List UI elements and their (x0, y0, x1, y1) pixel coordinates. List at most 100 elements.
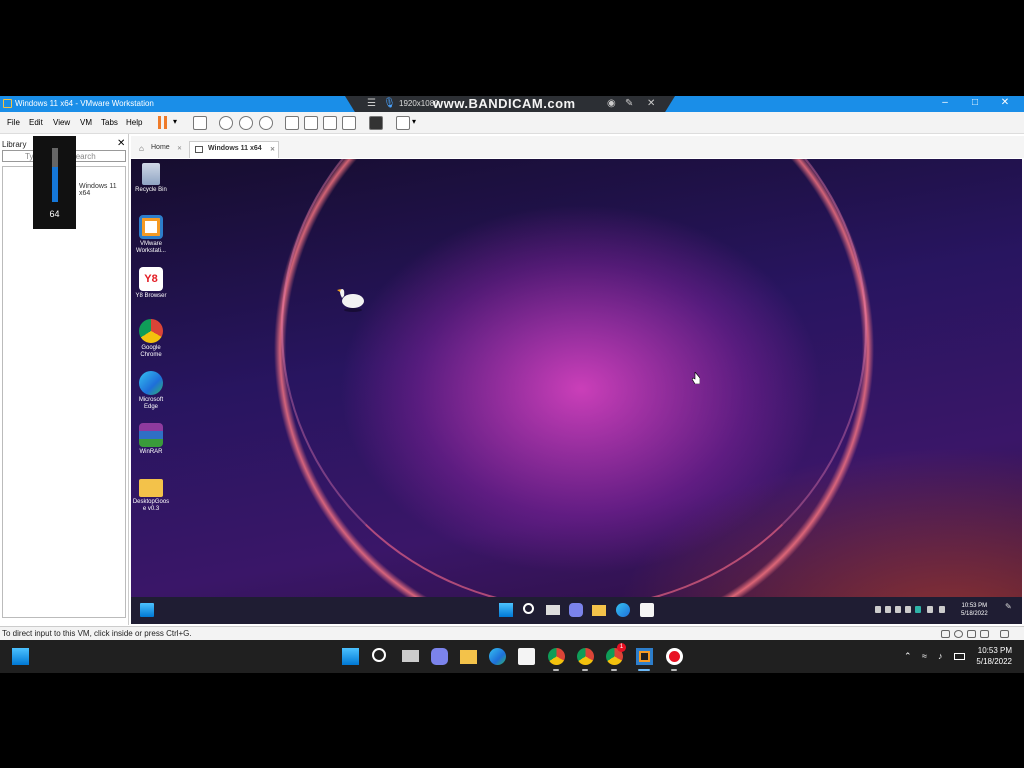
desktop-icon-label: Microsoft Edge (138, 397, 164, 410)
bandicam-watermark: www.BANDICAM.com (433, 96, 576, 111)
chevron-up-icon[interactable]: ⌃ (904, 651, 912, 662)
vm-speaker-icon[interactable] (939, 606, 945, 613)
vm-clock[interactable]: 10:53 PM 5/18/2022 (961, 602, 988, 618)
close-overlay-icon[interactable]: ✕ (647, 98, 655, 109)
host-clock-date: 5/18/2022 (976, 657, 1012, 666)
tab-vm[interactable]: Windows 11 x64 ✕ (189, 141, 279, 158)
volume-osd: 64 (33, 136, 76, 229)
vm-network-icon[interactable] (927, 606, 933, 613)
cd-drive-icon[interactable] (954, 630, 963, 638)
desktop-icon-edge[interactable]: Microsoft Edge (131, 371, 171, 411)
host-clock[interactable]: 10:53 PM 5/18/2022 (968, 645, 1012, 667)
host-file-explorer-icon[interactable] (460, 650, 477, 664)
close-icon[interactable]: ✕ (177, 145, 182, 152)
camera-icon[interactable]: ◉ (607, 98, 616, 109)
tab-strip: ⌂ Home ✕ Windows 11 x64 ✕ (131, 136, 1024, 158)
vm-tab-icon (195, 146, 203, 153)
chrome-icon (139, 319, 163, 343)
menu-tabs[interactable]: Tabs (101, 118, 118, 127)
host-store-icon[interactable] (518, 648, 535, 665)
sound-card-icon[interactable] (980, 630, 989, 638)
vm-search-icon[interactable] (523, 603, 534, 614)
host-edge-icon[interactable] (489, 648, 506, 665)
vm-start-icon[interactable] (140, 603, 154, 617)
snapshot-icon[interactable] (219, 116, 233, 130)
full-screen-icon[interactable] (323, 116, 337, 130)
menu-view[interactable]: View (53, 118, 70, 127)
desktop-icon-recycle-bin[interactable]: Recycle Bin (131, 163, 171, 194)
chevron-down-icon[interactable]: ▾ (173, 117, 177, 126)
vm-notification-icon[interactable]: ✎ (1005, 602, 1012, 611)
menu-file[interactable]: File (7, 118, 20, 127)
library-vm-item[interactable]: Windows 11 x64 (79, 183, 125, 197)
library-close-icon[interactable]: ✕ (117, 138, 125, 149)
host-chrome-icon[interactable] (548, 648, 565, 665)
vm-edge-icon[interactable] (616, 603, 630, 617)
tab-home[interactable]: ⌂ Home ✕ (133, 141, 185, 158)
folder-icon (139, 479, 163, 497)
stretch-icon[interactable] (396, 116, 410, 130)
maximize-button[interactable]: □ (968, 97, 982, 110)
vm-desktop[interactable]: Recycle Bin VMware Workstati... Y8 Y8 Br… (131, 159, 1022, 624)
battery-icon[interactable] (954, 653, 965, 660)
console-icon[interactable] (369, 116, 383, 130)
close-button[interactable]: ✕ (998, 97, 1012, 110)
menu-help[interactable]: Help (126, 118, 142, 127)
vm-tray-icon[interactable] (885, 606, 891, 613)
tab-home-label: Home (151, 144, 170, 151)
show-library-icon[interactable] (285, 116, 299, 130)
desktop-icon-y8[interactable]: Y8 Y8 Browser (131, 267, 171, 300)
speaker-icon[interactable]: ♪ (938, 651, 943, 661)
mouse-cursor (692, 372, 700, 384)
y8-browser-icon: Y8 (139, 267, 163, 291)
menu-vm[interactable]: VM (80, 118, 92, 127)
home-icon: ⌂ (139, 144, 144, 153)
microphone-icon[interactable]: 🎙 (383, 98, 396, 109)
vm-clock-date: 5/18/2022 (961, 611, 988, 617)
host-chrome-icon[interactable] (577, 648, 594, 665)
host-vmware-icon[interactable] (636, 648, 653, 665)
desktop-icon-chrome[interactable]: Google Chrome (131, 319, 171, 359)
vm-chat-icon[interactable] (569, 603, 583, 617)
chevron-down-icon[interactable]: ▾ (412, 117, 416, 126)
vm-store-icon[interactable] (640, 603, 654, 617)
vm-task-view-icon[interactable] (546, 605, 560, 615)
host-task-view-icon[interactable] (402, 650, 419, 662)
minimize-button[interactable]: – (938, 97, 952, 110)
network-adapter-icon[interactable] (967, 630, 976, 638)
hard-disk-icon[interactable] (941, 630, 950, 638)
status-bar: To direct input to this VM, click inside… (0, 626, 1024, 640)
window-title: Windows 11 x64 - VMware Workstation (15, 99, 154, 108)
desktop-icon-winrar[interactable]: WinRAR (131, 423, 171, 456)
library-tree: Windows 11 x64 (2, 166, 126, 618)
winrar-icon (139, 423, 163, 447)
menu-icon[interactable]: ☰ (367, 98, 376, 109)
desktop-icon-vmware[interactable]: VMware Workstati... (131, 215, 171, 255)
host-clock-time: 10:53 PM (977, 646, 1012, 655)
vm-clock-time: 10:53 PM (961, 603, 988, 609)
vm-windows-icon[interactable] (499, 603, 513, 617)
menu-edit[interactable]: Edit (29, 118, 43, 127)
close-icon[interactable]: ✕ (270, 146, 275, 153)
vm-tray-icon[interactable] (875, 606, 881, 613)
message-log-icon[interactable] (1000, 630, 1009, 638)
revert-snapshot-icon[interactable] (239, 116, 253, 130)
vm-tray-icon[interactable] (915, 606, 921, 613)
host-start-icon[interactable] (342, 648, 359, 665)
desktop-icon-label: WinRAR (139, 449, 163, 455)
wifi-icon[interactable]: ≈ (922, 651, 927, 661)
host-search-icon[interactable] (372, 648, 386, 662)
pause-icon[interactable] (158, 116, 168, 129)
vm-tray-icon[interactable] (905, 606, 911, 613)
vm-tray-icon[interactable] (895, 606, 901, 613)
host-widgets-icon[interactable] (12, 648, 29, 665)
unity-icon[interactable] (342, 116, 356, 130)
vm-file-explorer-icon[interactable] (592, 605, 606, 616)
thumbnail-bar-icon[interactable] (304, 116, 318, 130)
snapshot-manager-icon[interactable] (259, 116, 273, 130)
pencil-icon[interactable]: ✎ (625, 98, 633, 109)
send-ctrl-alt-del-icon[interactable] (193, 116, 207, 130)
desktop-icon-folder[interactable]: DesktopGoos e v0.3 (131, 475, 171, 513)
host-chat-icon[interactable] (431, 648, 448, 665)
host-bandicam-icon[interactable] (666, 648, 683, 665)
